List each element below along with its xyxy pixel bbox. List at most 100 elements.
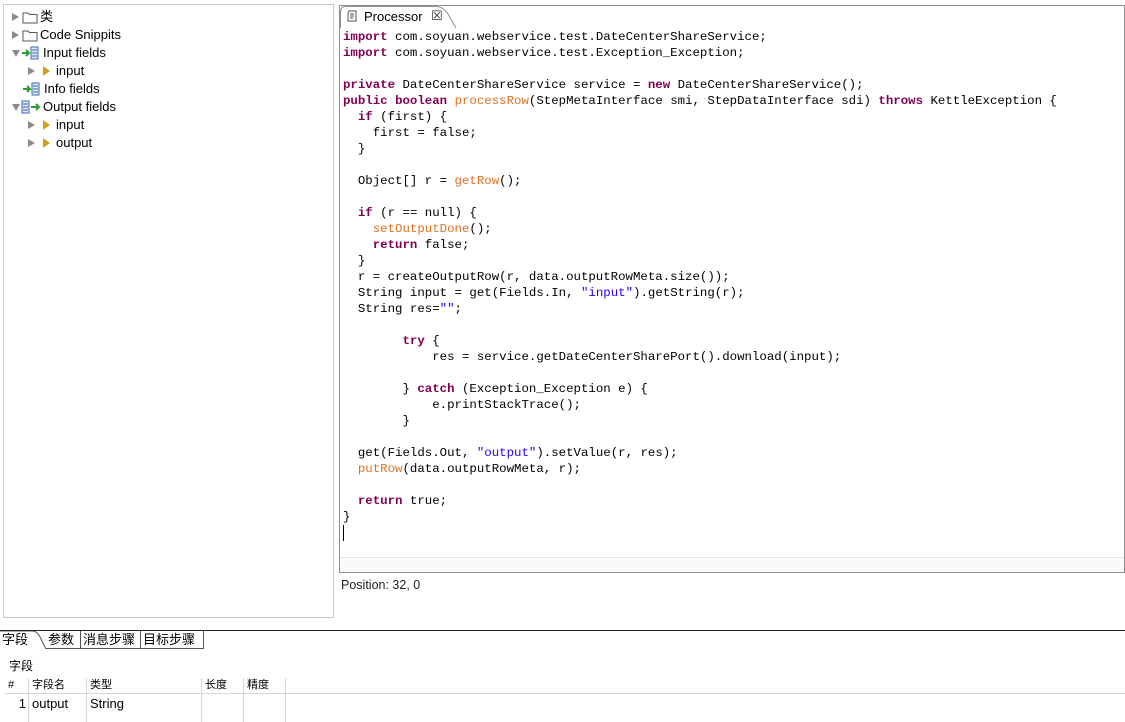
table-cell-type[interactable]: String <box>87 694 202 722</box>
column-header-precision[interactable]: 精度 <box>244 678 286 693</box>
code-line[interactable] <box>343 317 1057 333</box>
code-string: "output" <box>476 446 537 460</box>
code-line[interactable]: r = createOutputRow(r, data.outputRowMet… <box>343 269 1057 285</box>
code-line[interactable]: private DateCenterShareService service =… <box>343 77 1057 93</box>
code-line[interactable]: } <box>343 413 1057 429</box>
code-line[interactable]: return false; <box>343 237 1057 253</box>
folder-icon <box>22 30 38 41</box>
tree-item-info-fields[interactable]: Info fields <box>22 80 100 98</box>
code-line[interactable] <box>343 157 1057 173</box>
code-line[interactable]: setOutputDone(); <box>343 221 1057 237</box>
code-text: (Exception_Exception e) { <box>454 382 648 396</box>
code-line[interactable]: res = service.getDateCenterSharePort().d… <box>343 349 1057 365</box>
code-area[interactable]: import com.soyuan.webservice.test.DateCe… <box>343 29 1057 525</box>
code-text: r = createOutputRow(r, data.outputRowMet… <box>343 270 730 284</box>
table-cell-field-name[interactable]: output <box>29 694 87 722</box>
expand-icon[interactable] <box>28 121 35 129</box>
tree-item-output-field-input[interactable]: input <box>28 116 84 134</box>
code-keyword: if <box>357 110 373 124</box>
code-text: } <box>343 382 418 396</box>
code-keyword: boolean <box>395 94 448 108</box>
code-line[interactable]: } catch (Exception_Exception e) { <box>343 381 1057 397</box>
table-cell-precision[interactable] <box>244 694 286 722</box>
expand-icon[interactable] <box>28 139 35 147</box>
code-line[interactable] <box>343 365 1057 381</box>
code-line[interactable]: } <box>343 509 1057 525</box>
code-line[interactable]: import com.soyuan.webservice.test.DateCe… <box>343 29 1057 45</box>
tab-processor[interactable]: Processor ☒ <box>340 6 444 26</box>
tab-info-steps[interactable]: 消息步骤 <box>81 631 141 649</box>
code-line[interactable]: try { <box>343 333 1057 349</box>
horizontal-scrollbar[interactable] <box>340 557 1124 572</box>
tab-target-steps[interactable]: 目标步骤 <box>141 631 204 649</box>
table-cell-number[interactable]: 1 <box>5 694 29 722</box>
column-header-number[interactable]: # <box>5 678 29 693</box>
code-text: (first) { <box>372 110 448 124</box>
collapse-icon[interactable] <box>12 103 20 111</box>
expand-icon[interactable] <box>12 13 19 21</box>
code-text: (StepMetaInterface smi, StepDataInterfac… <box>528 94 879 108</box>
tree-item-input-field-input[interactable]: input <box>28 62 84 80</box>
tree-item-output-field-output[interactable]: output <box>28 134 92 152</box>
close-icon[interactable]: ☒ <box>431 8 443 24</box>
code-line[interactable]: public boolean processRow(StepMetaInterf… <box>343 93 1057 109</box>
tree-item-input-fields[interactable]: Input fields <box>12 44 106 62</box>
table-cell-length[interactable] <box>202 694 244 722</box>
code-line[interactable] <box>343 189 1057 205</box>
tree-item-label: input <box>56 117 85 132</box>
code-method: setOutputDone <box>372 222 470 236</box>
code-keyword: throws <box>878 94 924 108</box>
column-header-field-name[interactable]: 字段名 <box>29 678 87 693</box>
code-line[interactable]: return true; <box>343 493 1057 509</box>
expand-icon[interactable] <box>12 31 19 39</box>
code-line[interactable]: } <box>343 141 1057 157</box>
code-line[interactable] <box>343 477 1057 493</box>
field-icon <box>43 66 50 76</box>
code-line[interactable]: if (first) { <box>343 109 1057 125</box>
code-line[interactable]: } <box>343 253 1057 269</box>
tab-parameters[interactable]: 参数 <box>46 631 81 649</box>
fields-table[interactable]: # 字段名 类型 长度 精度 1 output String <box>5 678 1125 722</box>
code-string: "" <box>439 302 455 316</box>
input-fields-icon <box>22 46 39 60</box>
code-text: (r == null) { <box>372 206 477 220</box>
code-line[interactable]: get(Fields.Out, "output").setValue(r, re… <box>343 445 1057 461</box>
code-line[interactable]: String input = get(Fields.In, "input").g… <box>343 285 1057 301</box>
column-header-type[interactable]: 类型 <box>87 678 202 693</box>
column-header-length[interactable]: 长度 <box>202 678 244 693</box>
code-line[interactable]: first = false; <box>343 125 1057 141</box>
code-keyword: return <box>372 238 418 252</box>
code-line[interactable]: if (r == null) { <box>343 205 1057 221</box>
tree-item-code-snippits[interactable]: Code Snippits <box>12 26 121 44</box>
code-method: processRow <box>454 94 529 108</box>
code-line[interactable] <box>343 61 1057 77</box>
code-text: DateCenterShareService(); <box>670 78 864 92</box>
expand-icon[interactable] <box>28 67 35 75</box>
code-line[interactable]: putRow(data.outputRowMeta, r); <box>343 461 1057 477</box>
code-line[interactable]: import com.soyuan.webservice.test.Except… <box>343 45 1057 61</box>
info-fields-icon <box>23 82 40 96</box>
code-text: ; <box>454 302 462 316</box>
code-line[interactable]: e.printStackTrace(); <box>343 397 1057 413</box>
folder-icon <box>22 12 38 23</box>
collapse-icon[interactable] <box>12 49 20 57</box>
field-icon <box>43 120 50 130</box>
script-editor[interactable]: Processor ☒ import com.soyuan.webservice… <box>339 5 1125 573</box>
output-fields-icon <box>21 100 41 114</box>
code-keyword: try <box>402 334 425 348</box>
text-cursor <box>343 525 344 541</box>
tree-item-output-fields[interactable]: Output fields <box>12 98 116 116</box>
code-line[interactable]: String res=""; <box>343 301 1057 317</box>
tree-item-label: Input fields <box>43 45 106 60</box>
code-text: { <box>424 334 440 348</box>
fields-tree-panel[interactable]: 类 Code Snippits Input fields input Info … <box>3 4 334 618</box>
tab-fields[interactable]: 字段 <box>0 631 42 649</box>
code-line[interactable] <box>343 429 1057 445</box>
tree-item-label: 类 <box>40 9 54 24</box>
code-line[interactable]: Object[] r = getRow(); <box>343 173 1057 189</box>
tree-item-classes[interactable]: 类 <box>12 8 53 26</box>
